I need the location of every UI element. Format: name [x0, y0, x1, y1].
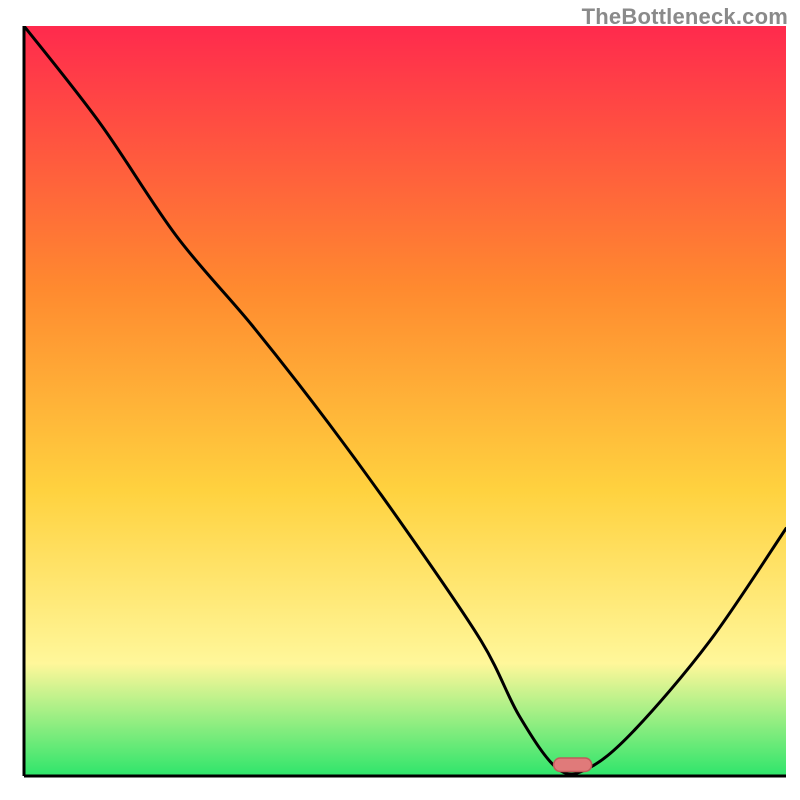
bottleneck-chart	[14, 26, 786, 786]
optimum-marker	[554, 758, 592, 772]
gradient-background	[24, 26, 786, 776]
chart-stage: TheBottleneck.com	[0, 0, 800, 800]
chart-svg	[14, 26, 786, 786]
